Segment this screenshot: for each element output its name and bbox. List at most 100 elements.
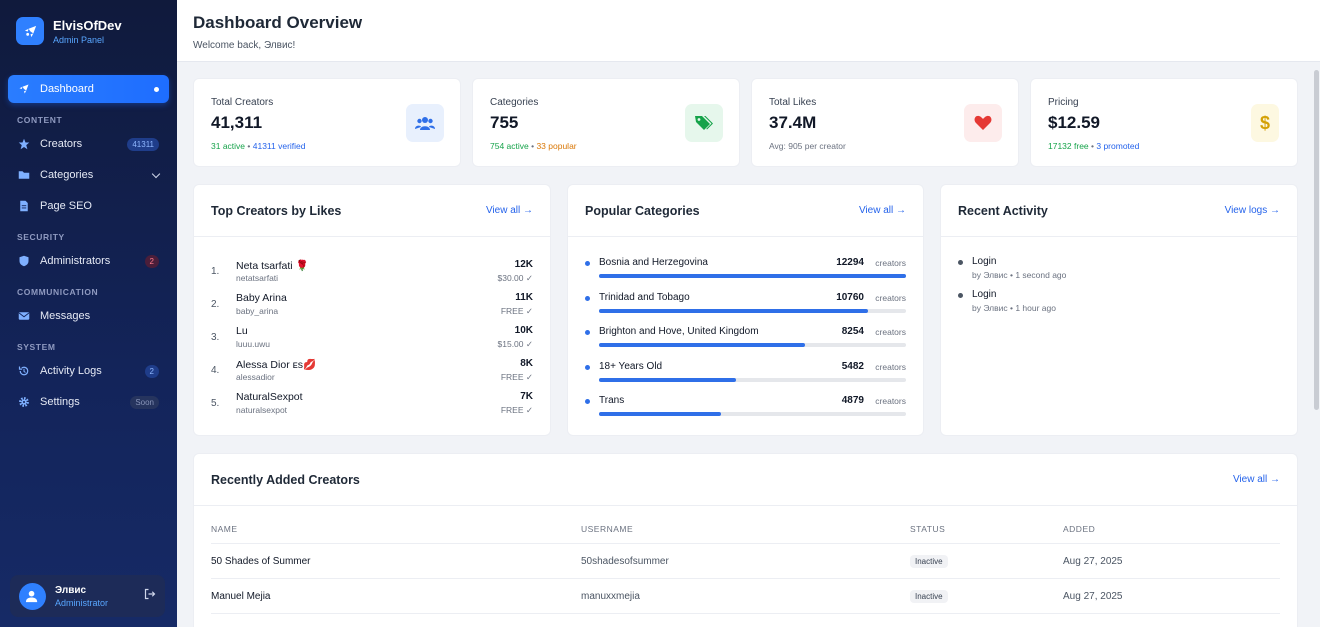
sidebar-item-page-seo[interactable]: Page SEO [8, 192, 169, 220]
top-creator-row[interactable]: 4. Alessa Dior ᴇs💋 alessadior 8K FREE ✓ [211, 356, 533, 386]
category-unit: creators [875, 396, 906, 406]
section-system: SYSTEM [17, 342, 56, 352]
sidebar-item-categories[interactable]: Categories [8, 161, 169, 189]
file-icon [18, 200, 30, 212]
sidebar-item-label: Activity Logs [40, 365, 102, 377]
page-scrollbar[interactable] [1313, 62, 1320, 627]
cell-username: manuxxmejia [581, 591, 640, 602]
category-row[interactable]: Trinidad and Tobago 10760 creators [585, 291, 906, 321]
category-name: Trinidad and Tobago [599, 291, 690, 303]
sidebar: ElvisOfDev Admin Panel Dashboard CONTENT… [0, 0, 177, 627]
user-card[interactable]: Элвис Administrator [10, 575, 165, 617]
status-badge: Inactive [910, 555, 948, 568]
view-all-link[interactable]: View all → [1233, 474, 1280, 485]
page-header: Dashboard Overview Welcome back, Элвис! [177, 0, 1320, 62]
creator-name: Lu [236, 325, 248, 337]
bullet-dot-icon [585, 295, 590, 301]
category-count: 10760 [836, 291, 864, 303]
sidebar-item-settings[interactable]: Settings Soon [8, 388, 169, 416]
category-row[interactable]: 18+ Years Old 5482 creators [585, 360, 906, 390]
activity-logs-count-badge: 2 [144, 364, 159, 378]
stat-card-categories[interactable]: Categories 755 754 active • 33 popular [472, 78, 740, 167]
category-row[interactable]: Bosnia and Herzegovina 12294 creators [585, 256, 906, 286]
activity-action: Login [972, 256, 997, 267]
top-creator-row[interactable]: 5. NaturalSexpot naturalsexpot 7K FREE ✓ [211, 389, 533, 419]
logout-icon[interactable] [144, 587, 156, 605]
activity-action: Login [972, 289, 997, 300]
sidebar-item-activity-logs[interactable]: Activity Logs 2 [8, 357, 169, 385]
section-security: SECURITY [17, 232, 65, 242]
active-indicator [154, 86, 159, 92]
sidebar-item-label: Administrators [40, 255, 111, 267]
envelope-icon [18, 310, 30, 322]
stat-card-pricing[interactable]: Pricing $12.59 17132 free • 3 promoted $ [1030, 78, 1298, 167]
recent-creators-card: Recently Added Creators View all → NAME … [193, 453, 1298, 627]
stat-value: $12.59 [1048, 113, 1100, 132]
view-all-link[interactable]: View all → [486, 205, 533, 216]
category-row[interactable]: Brighton and Hove, United Kingdom 8254 cre… [585, 325, 906, 355]
section-communication: COMMUNICATION [17, 287, 99, 297]
sidebar-item-creators[interactable]: Creators 41311 [8, 130, 169, 158]
top-creator-row[interactable]: 1. Neta tsarfati 🌹 netatsarfati 12K $30.00 ✓ [211, 257, 533, 287]
activity-meta: by Элвис • 1 second ago [972, 270, 1067, 280]
stat-card-creators[interactable]: Total Creators 41,311 31 active • 41311 … [193, 78, 461, 167]
creator-price: FREE ✓ [500, 306, 533, 316]
recent-activity-card: Recent Activity View logs → Login by Элви… [940, 184, 1298, 436]
activity-meta: by Элвис • 1 hour ago [972, 303, 1056, 313]
creator-username: luuu.uwu [236, 339, 271, 349]
stat-meta: 31 active • 41311 verified [211, 141, 306, 151]
creator-username: alessadior [236, 372, 275, 382]
stat-value: 37.4M [769, 113, 817, 132]
creator-likes: 7K [520, 391, 533, 402]
column-header-username[interactable]: USERNAME [581, 524, 633, 534]
top-creators-card: Top Creators by Likes View all → 1. Neta … [193, 184, 551, 436]
card-title: Recent Activity [958, 203, 1048, 218]
sidebar-item-administrators[interactable]: Administrators 2 [8, 247, 169, 275]
category-count: 8254 [841, 326, 864, 337]
scrollbar-thumb[interactable] [1314, 70, 1319, 410]
table-row[interactable]: 50 Shades of Summer 50shadesofsummer Inact… [211, 543, 1280, 578]
sidebar-item-dashboard[interactable]: Dashboard [8, 75, 169, 103]
category-progress-fill [599, 274, 906, 278]
top-creator-row[interactable]: 2. Baby Arina baby_arina 11K FREE ✓ [211, 290, 533, 320]
brand-name: ElvisOfDev [53, 17, 122, 33]
stat-card-likes[interactable]: Total Likes 37.4M Avg: 905 per creator [751, 78, 1019, 167]
column-header-added[interactable]: ADDED [1063, 524, 1095, 534]
dollar-icon: $ [1251, 104, 1279, 142]
stat-value: 41,311 [211, 113, 263, 132]
brand[interactable]: ElvisOfDev Admin Panel [0, 0, 177, 62]
creators-count-badge: 41311 [127, 137, 159, 151]
top-creator-row[interactable]: 3. Lu luuu.uwu 10K $15.00 ✓ [211, 323, 533, 353]
page-title: Dashboard Overview [193, 13, 363, 32]
sidebar-item-label: Categories [40, 169, 94, 181]
table-row[interactable]: Manuel Mejia manuxxmejia Inactive Aug 27, 2… [211, 578, 1280, 613]
creator-price: $30.00 ✓ [497, 273, 533, 283]
user-avatar-icon [19, 582, 46, 610]
table-row [211, 613, 1280, 627]
gear-icon [18, 396, 30, 408]
stat-value: 755 [490, 113, 519, 132]
page-subtitle: Welcome back, Элвис! [193, 40, 296, 51]
creator-likes: 11K [515, 292, 533, 303]
card-title: Top Creators by Likes [211, 203, 342, 218]
category-progress-fill [599, 412, 721, 416]
chevron-down-icon[interactable] [151, 169, 161, 178]
sidebar-item-label: Dashboard [40, 83, 94, 95]
stat-label: Total Creators [211, 97, 274, 108]
column-header-name[interactable]: NAME [211, 524, 238, 534]
view-all-link[interactable]: View all → [859, 205, 906, 216]
stat-label: Categories [490, 97, 539, 108]
column-header-status[interactable]: STATUS [910, 524, 945, 534]
category-count: 5482 [841, 360, 864, 372]
sidebar-item-messages[interactable]: Messages [8, 302, 169, 330]
activity-row[interactable]: Login by Элвис • 1 hour ago [958, 289, 1280, 319]
activity-row[interactable]: Login by Элвис • 1 second ago [958, 256, 1280, 286]
category-row[interactable]: Trans 4879 creators [585, 394, 906, 424]
category-name: Brighton and Hove, United Kingdom [599, 326, 759, 337]
cell-name: Manuel Mejia [211, 591, 271, 602]
creator-price: $15.00 ✓ [497, 339, 533, 349]
creator-rank: 5. [211, 398, 220, 409]
view-logs-link[interactable]: View logs → [1225, 205, 1280, 216]
creator-name: NaturalSexpot [236, 391, 303, 403]
category-progress-track [599, 308, 906, 313]
